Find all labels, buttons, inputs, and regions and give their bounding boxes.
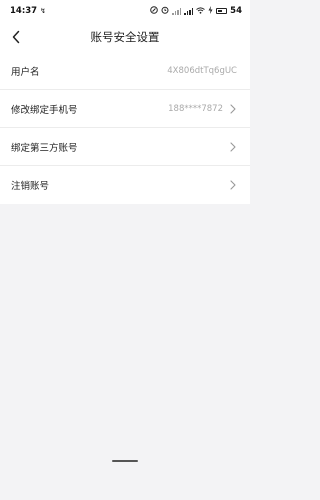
battery-icon bbox=[216, 8, 228, 14]
home-indicator[interactable] bbox=[112, 460, 138, 462]
chevron-right-icon bbox=[229, 141, 237, 152]
battery-level: 54 bbox=[230, 6, 242, 16]
chevron-right-icon bbox=[229, 180, 237, 190]
back-button[interactable] bbox=[4, 25, 28, 49]
notification-icon: ↯ bbox=[40, 7, 46, 15]
nav-bar: 账号安全设置 bbox=[0, 22, 250, 52]
settings-item-third-party[interactable]: 绑定第三方账号 bbox=[0, 128, 250, 166]
charging-icon bbox=[208, 6, 213, 16]
status-bar: 14:37 ↯ 54 bbox=[0, 0, 250, 22]
chevron-right-icon bbox=[229, 103, 237, 114]
alarm-icon bbox=[161, 6, 169, 16]
username-value: 4X806dtTq6gUC bbox=[167, 65, 237, 76]
phone-value: 188****7872 bbox=[168, 103, 223, 114]
settings-item-label: 修改绑定手机号 bbox=[11, 104, 78, 116]
nfc-icon bbox=[150, 6, 158, 16]
settings-item-change-phone[interactable]: 修改绑定手机号 188****7872 bbox=[0, 90, 250, 128]
settings-item-username: 用户名 4X806dtTq6gUC bbox=[0, 52, 250, 90]
settings-list: 用户名 4X806dtTq6gUC 修改绑定手机号 188****7872 绑定… bbox=[0, 52, 250, 204]
signal-icon bbox=[184, 7, 194, 15]
settings-item-label: 注销账号 bbox=[11, 181, 50, 192]
settings-item-deactivate[interactable]: 注销账号 bbox=[0, 166, 250, 204]
settings-item-label: 绑定第三方账号 bbox=[11, 142, 78, 154]
signal-icon bbox=[172, 7, 182, 15]
chevron-left-icon bbox=[12, 30, 20, 44]
settings-item-label: 用户名 bbox=[11, 66, 40, 78]
status-icons: 54 bbox=[150, 6, 242, 16]
status-time: 14:37 bbox=[10, 6, 38, 16]
wifi-icon bbox=[196, 6, 205, 16]
page-title: 账号安全设置 bbox=[90, 30, 160, 44]
